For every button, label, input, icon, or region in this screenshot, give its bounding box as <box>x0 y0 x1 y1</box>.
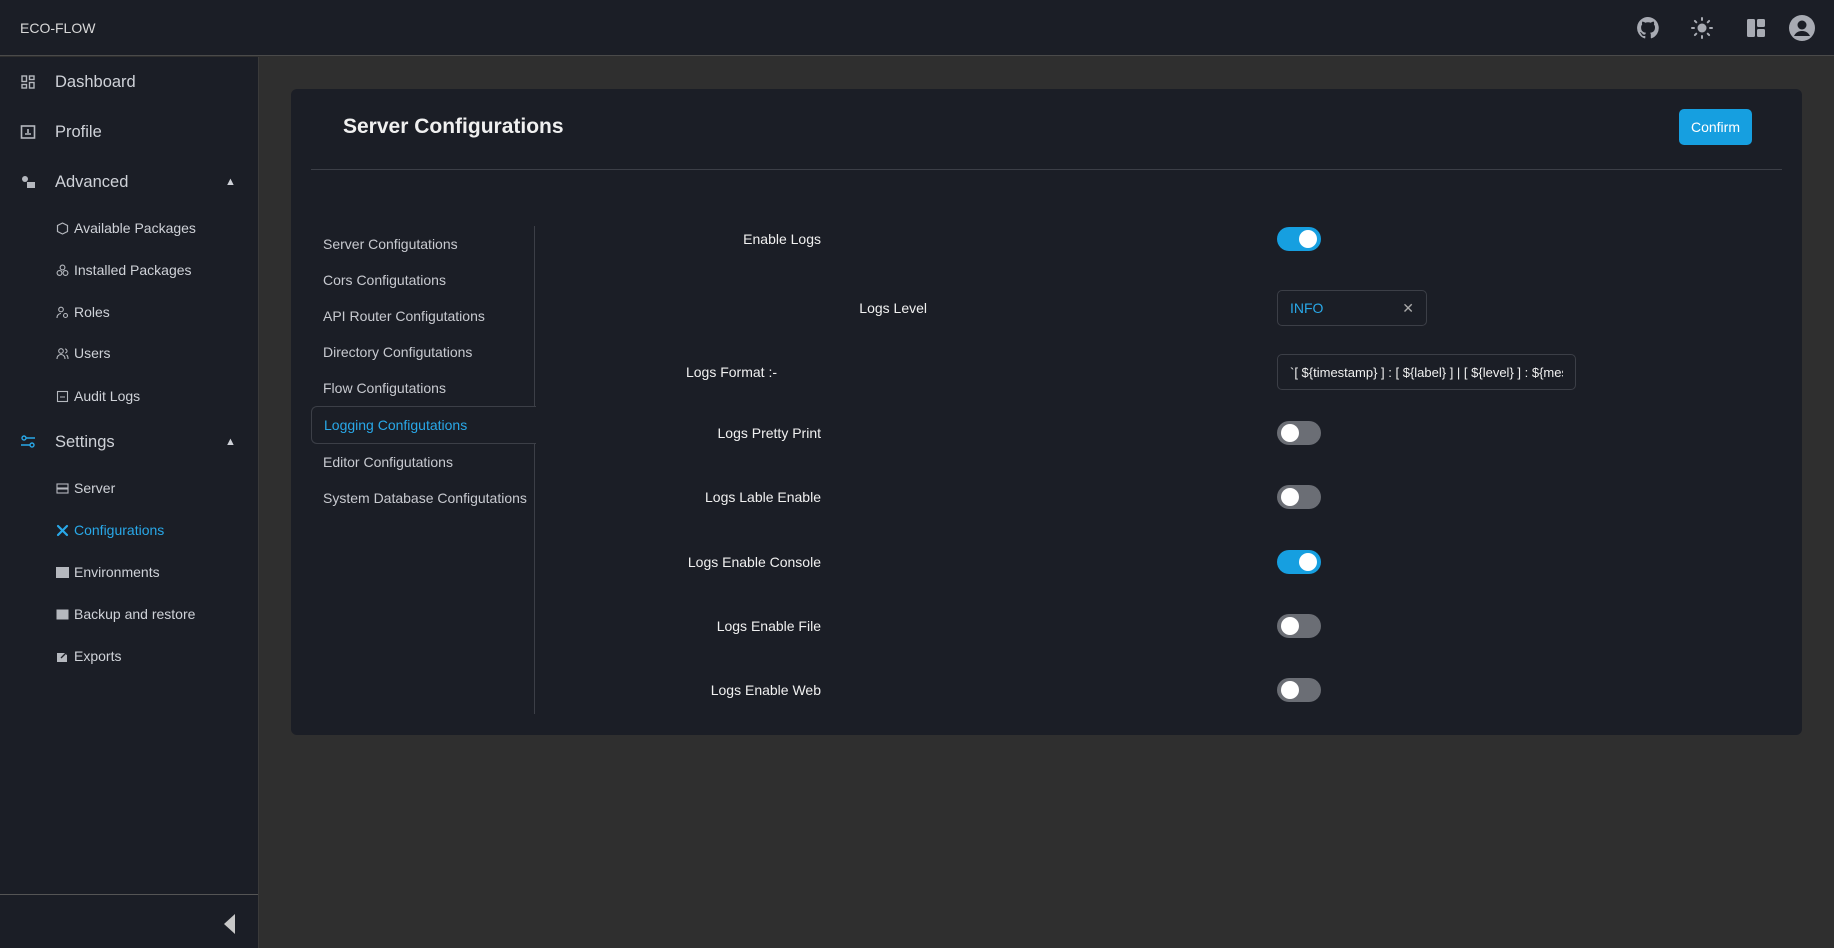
sidebar-item-environments[interactable]: Environments <box>0 552 258 592</box>
enable-logs-toggle[interactable] <box>1277 227 1321 251</box>
sidebar-item-audit-logs[interactable]: Audit Logs <box>0 376 258 416</box>
backup-icon <box>56 609 69 619</box>
sidebar-item-configurations[interactable]: Configurations <box>0 510 258 550</box>
export-icon <box>57 650 68 662</box>
audit-logs-icon <box>56 390 69 402</box>
sidebar-item-users[interactable]: Users <box>0 333 258 373</box>
github-icon[interactable] <box>1634 14 1662 42</box>
clear-icon[interactable]: ✕ <box>1402 300 1414 317</box>
user-account-icon[interactable] <box>1788 14 1816 42</box>
logs-level-select[interactable]: INFO ✕ <box>1277 290 1427 326</box>
package-icon <box>56 221 69 235</box>
sidebar-footer-divider <box>0 894 258 895</box>
config-tabs: Server Configutations Cors Configutation… <box>311 226 536 714</box>
page-title: Server Configurations <box>343 115 564 138</box>
logs-pretty-print-row: Logs Pretty Print <box>718 415 1321 451</box>
advanced-icon <box>22 176 35 188</box>
dashboard-icon <box>21 75 35 89</box>
logs-enable-console-toggle[interactable] <box>1277 550 1321 574</box>
sidebar-item-exports[interactable]: Exports <box>0 636 258 676</box>
tab-editor-configutations[interactable]: Editor Configutations <box>311 444 535 480</box>
tab-logging-configutations[interactable]: Logging Configutations <box>311 406 536 444</box>
logs-enable-file-toggle[interactable] <box>1277 614 1321 638</box>
sun-icon[interactable] <box>1688 14 1716 42</box>
sidebar-item-backup-and-restore[interactable]: Backup and restore <box>0 594 258 634</box>
sidebar-item-server[interactable]: Server <box>0 468 258 508</box>
logs-pretty-print-toggle[interactable] <box>1277 421 1321 445</box>
packages-icon <box>56 264 69 276</box>
sidebar-item-advanced[interactable]: Advanced ▲ <box>0 162 258 202</box>
logs-lable-enable-toggle[interactable] <box>1277 485 1321 509</box>
tab-system-database-configutations[interactable]: System Database Configutations <box>311 480 535 516</box>
logs-enable-file-row: Logs Enable File <box>717 608 1321 644</box>
settings-sliders-icon <box>21 435 35 448</box>
sidebar: Dashboard Profile Advanced ▲ Available Pa… <box>0 57 259 948</box>
logs-level-row: Logs Level INFO ✕ <box>777 290 1427 326</box>
tools-icon <box>56 524 69 536</box>
sidebar-item-settings[interactable]: Settings ▲ <box>0 422 258 462</box>
server-configurations-card: Server Configurations Confirm Server Con… <box>291 89 1802 735</box>
divider <box>311 169 1782 170</box>
sidebar-item-profile[interactable]: Profile <box>0 112 258 152</box>
logs-lable-enable-row: Logs Lable Enable <box>705 479 1321 515</box>
sidebar-item-roles[interactable]: Roles <box>0 292 258 332</box>
server-icon <box>56 482 69 494</box>
logs-enable-web-toggle[interactable] <box>1277 678 1321 702</box>
profile-icon <box>20 125 36 139</box>
chevron-up-icon[interactable]: ▲ <box>225 436 236 448</box>
env-file-icon <box>56 566 69 578</box>
logs-enable-console-row: Logs Enable Console <box>688 544 1321 580</box>
brand-logo-text: ECO-FLOW <box>20 20 96 36</box>
enable-logs-row: Enable Logs <box>743 221 1321 257</box>
users-icon <box>56 347 69 359</box>
logs-enable-web-row: Logs Enable Web <box>711 672 1321 708</box>
confirm-button[interactable]: Confirm <box>1679 109 1752 145</box>
logs-format-input[interactable] <box>1277 354 1576 390</box>
tab-api-router-configutations[interactable]: API Router Configutations <box>311 298 535 334</box>
roles-icon <box>56 306 69 318</box>
top-bar: ECO-FLOW <box>0 0 1834 56</box>
sidebar-item-installed-packages[interactable]: Installed Packages <box>0 250 258 290</box>
chevron-up-icon[interactable]: ▲ <box>225 176 236 188</box>
sidebar-item-dashboard[interactable]: Dashboard <box>0 62 258 102</box>
layout-icon[interactable] <box>1742 14 1770 42</box>
sidebar-item-available-packages[interactable]: Available Packages <box>0 208 258 248</box>
tab-server-configutations[interactable]: Server Configutations <box>311 226 535 262</box>
tab-cors-configutations[interactable]: Cors Configutations <box>311 262 535 298</box>
collapse-sidebar-icon[interactable] <box>224 914 235 934</box>
